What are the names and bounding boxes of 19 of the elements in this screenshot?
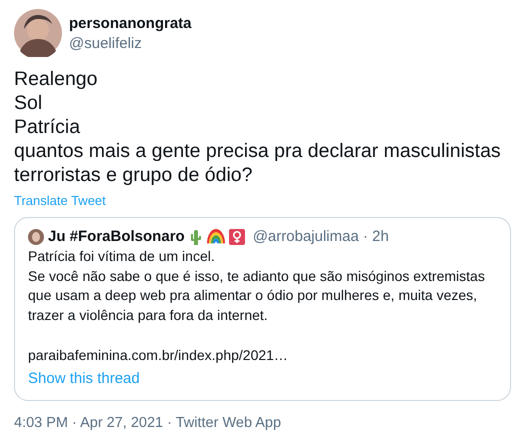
female-sign-icon	[228, 228, 245, 244]
quoted-tweet-text: Patrícia foi vítima de um incel. Se você não sabe o que é isso, te adianto que são misóginos extremistas que usam a deep web pra alimentar o ódio por mulheres e, muita vezes, trazer a violência para fora da internet.	[28, 247, 486, 325]
author-name[interactable]: personanongrata	[69, 14, 192, 32]
show-thread-link[interactable]: Show this thread	[28, 370, 140, 386]
tweet-text-line: Realengo	[14, 67, 98, 91]
avatar-icon[interactable]	[28, 228, 44, 244]
quoted-meta: @arrobajulimaa · 2h	[252, 228, 389, 245]
avatar-icon[interactable]	[14, 9, 62, 57]
rainbow-icon	[206, 228, 225, 244]
cactus-icon	[188, 228, 203, 244]
author-handle[interactable]: @suelifeliz	[69, 34, 192, 52]
tweet-timestamp[interactable]: 4:03 PM · Apr 27, 2021 · Twitter Web App	[14, 414, 519, 430]
tweet-text-line: Patrícia	[14, 115, 80, 139]
tweet-text-line: quantos mais a gente precisa pra declarar masculinistas terroristas e grupo de ódio?	[14, 139, 502, 187]
translate-link[interactable]: Translate Tweet	[14, 193, 106, 208]
tweet-text-line: Sol	[14, 91, 42, 115]
quoted-tweet-card[interactable]	[14, 217, 511, 400]
quoted-author-name[interactable]: Ju #ForaBolsonaro	[48, 228, 185, 245]
quoted-link-text: paraibafeminina.com.br/index.php/2021…	[28, 346, 288, 365]
